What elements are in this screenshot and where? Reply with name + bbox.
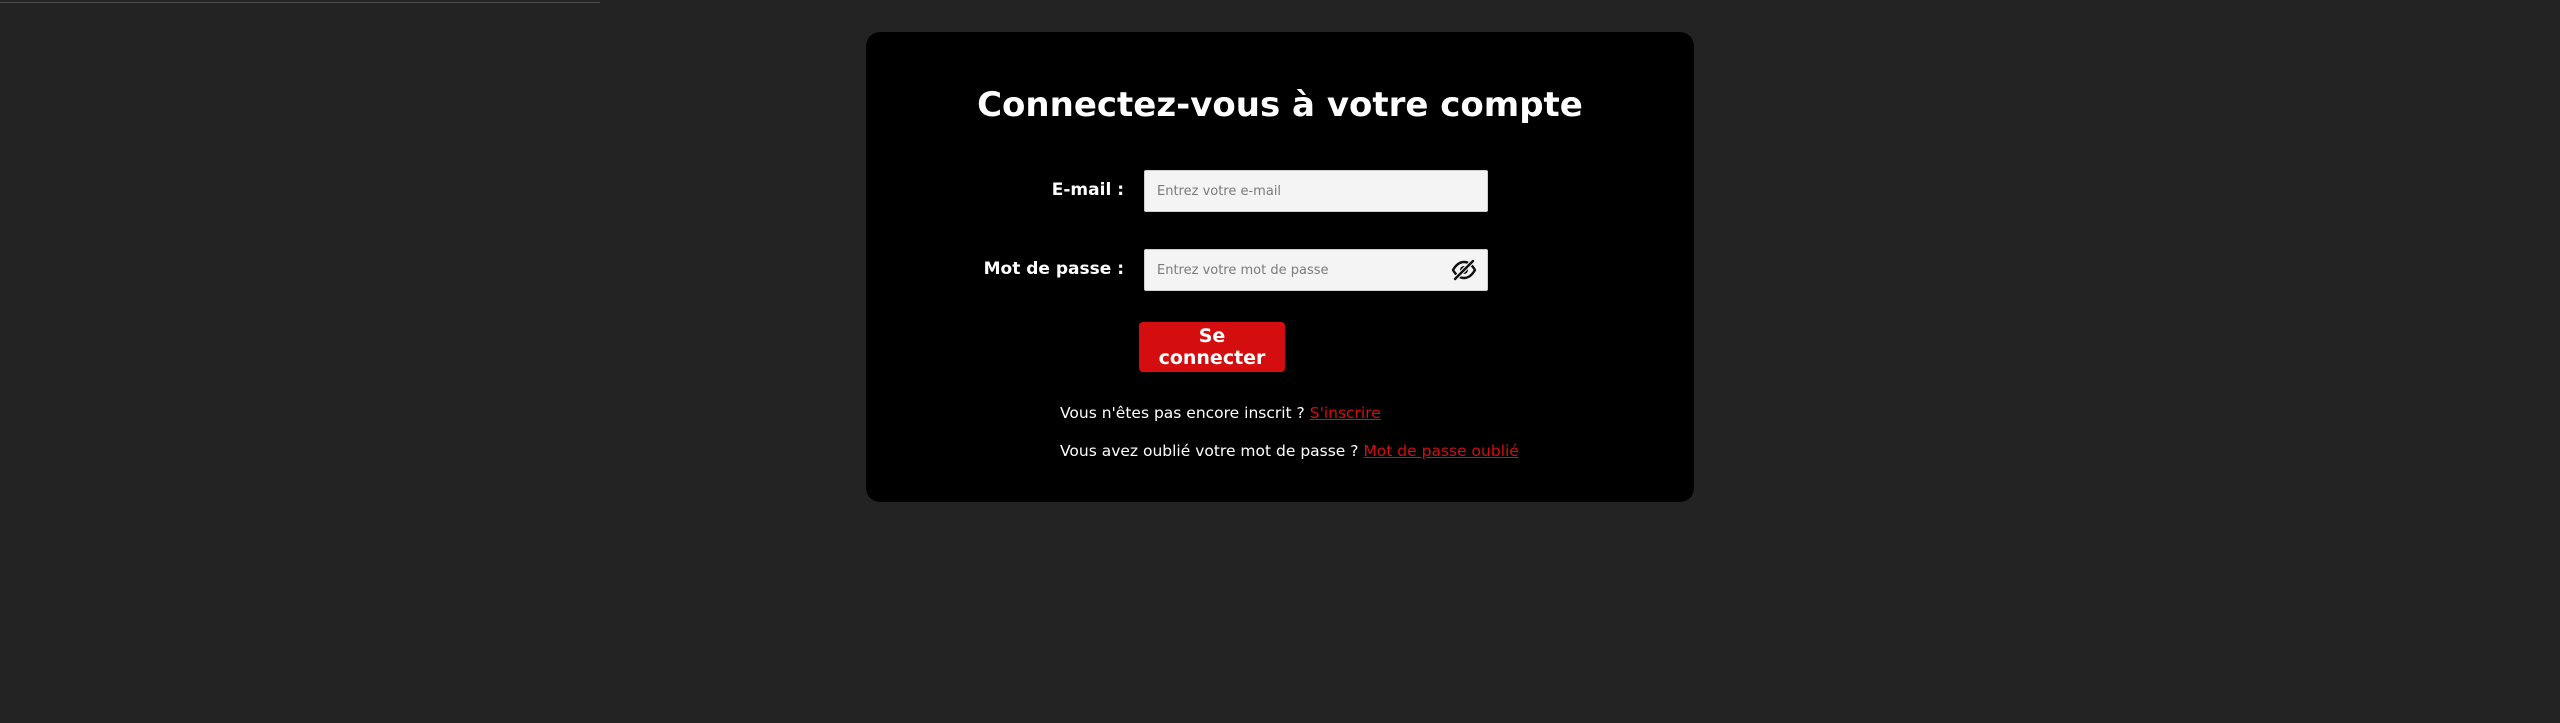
password-field-container [1144,249,1488,291]
forgot-password-line: Vous avez oublié votre mot de passe ? Mo… [1060,440,1519,462]
top-edge-strip [0,0,600,3]
password-label: Mot de passe : [983,259,1124,279]
page-title: Connectez-vous à votre compte [977,85,1583,125]
eye-off-icon[interactable] [1451,259,1477,281]
signup-line: Vous n'êtes pas encore inscrit ? S'inscr… [1060,402,1381,424]
email-field-container [1144,170,1488,212]
signup-link[interactable]: S'inscrire [1310,404,1381,422]
email-field[interactable] [1145,171,1487,211]
email-label: E-mail : [1051,180,1124,200]
password-field[interactable] [1145,250,1487,290]
signup-prompt: Vous n'êtes pas encore inscrit ? [1060,404,1305,422]
forgot-password-link[interactable]: Mot de passe oublié [1363,442,1518,460]
login-button[interactable]: Se connecter [1139,322,1285,372]
forgot-password-prompt: Vous avez oublié votre mot de passe ? [1060,442,1359,460]
